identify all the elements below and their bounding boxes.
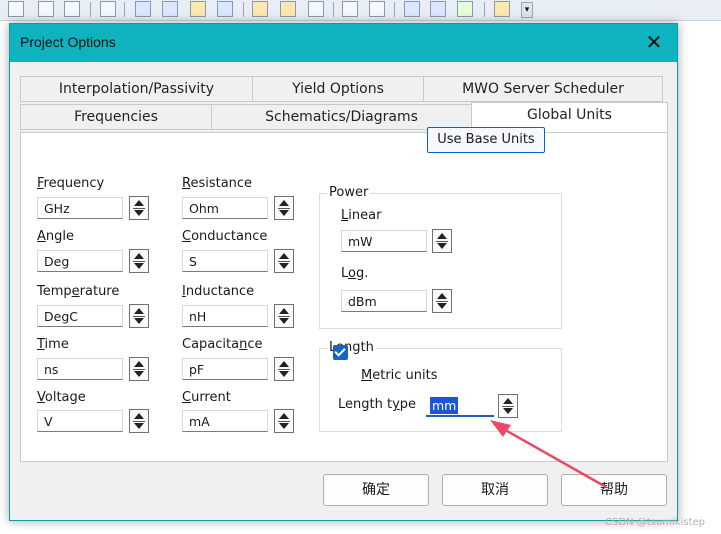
- time-field[interactable]: ns: [37, 358, 123, 380]
- time-label: Time: [37, 337, 69, 352]
- optimize-icon[interactable]: [308, 1, 324, 17]
- current-field[interactable]: mA: [182, 410, 268, 432]
- app-toolbar: ▾: [0, 0, 721, 21]
- tab-yield-options[interactable]: Yield Options: [252, 76, 424, 102]
- length-type-field[interactable]: mm: [426, 395, 494, 417]
- angle-label: Angle: [37, 229, 75, 244]
- temperature-label: Temperature: [37, 284, 120, 299]
- use-base-units-button[interactable]: Use Base Units: [427, 127, 545, 153]
- voltage-spinner[interactable]: [129, 409, 149, 433]
- power-group-title: Power: [327, 185, 371, 200]
- help-button[interactable]: 帮助: [561, 474, 667, 506]
- toolbar-overflow-icon[interactable]: ▾: [521, 2, 533, 18]
- metric-units-label[interactable]: Metric units: [361, 368, 438, 383]
- capacitance-label: Capacitance: [182, 337, 263, 352]
- note-icon[interactable]: [190, 1, 206, 17]
- conductance-spinner[interactable]: [274, 249, 294, 273]
- watermark: CSDN @tsumikistep: [605, 517, 705, 528]
- temperature-field[interactable]: DegC: [37, 305, 123, 327]
- tab-interpolation-passivity[interactable]: Interpolation/Passivity: [20, 76, 253, 102]
- resistance-label: Resistance: [182, 176, 253, 191]
- metric-units-checkbox[interactable]: [333, 345, 348, 360]
- length-group: [319, 348, 562, 432]
- conductance-label: Conductance: [182, 229, 268, 244]
- power-linear-spinner[interactable]: [432, 229, 452, 253]
- power-log-field[interactable]: dBm: [341, 290, 427, 312]
- inductance-field[interactable]: nH: [182, 305, 268, 327]
- power-log-label: Log.: [341, 266, 369, 281]
- power-linear-field[interactable]: mW: [341, 230, 427, 252]
- tune-icon[interactable]: [280, 1, 296, 17]
- capacitance-spinner[interactable]: [274, 357, 294, 381]
- power-log-spinner[interactable]: [432, 289, 452, 313]
- time-spinner[interactable]: [129, 357, 149, 381]
- conductance-field[interactable]: S: [182, 250, 268, 272]
- graph-icon[interactable]: [217, 1, 233, 17]
- temperature-spinner[interactable]: [129, 304, 149, 328]
- frequency-label: Frequency: [37, 176, 105, 191]
- current-label: Current: [182, 390, 231, 405]
- angle-field[interactable]: Deg: [37, 250, 123, 272]
- current-spinner[interactable]: [274, 409, 294, 433]
- options-icon[interactable]: [494, 1, 510, 17]
- layout-icon[interactable]: [404, 1, 420, 17]
- variables-icon[interactable]: [369, 1, 385, 17]
- inductance-label: Inductance: [182, 284, 255, 299]
- tab-mwo-server-scheduler[interactable]: MWO Server Scheduler: [423, 76, 663, 102]
- zoom-out-icon[interactable]: [38, 1, 54, 17]
- schematic-icon[interactable]: [162, 1, 178, 17]
- dialog-title: Project Options: [20, 34, 116, 50]
- voltage-field[interactable]: V: [37, 410, 123, 432]
- power-linear-label: Linear: [341, 208, 382, 223]
- voltage-label: Voltage: [37, 390, 86, 405]
- capacitance-field[interactable]: pF: [182, 358, 268, 380]
- length-type-label: Length type: [338, 397, 417, 412]
- add-element-icon[interactable]: [135, 1, 151, 17]
- angle-spinner[interactable]: [129, 249, 149, 273]
- zoom-in-icon[interactable]: [8, 1, 24, 17]
- simulate-icon[interactable]: [252, 1, 268, 17]
- close-icon[interactable]: ✕: [641, 30, 667, 56]
- netlist-icon[interactable]: [457, 1, 473, 17]
- resistance-spinner[interactable]: [274, 196, 294, 220]
- resistance-field[interactable]: Ohm: [182, 197, 268, 219]
- blank-doc-icon[interactable]: [100, 1, 116, 17]
- ok-button[interactable]: 确定: [323, 474, 429, 506]
- zoom-fit-icon[interactable]: [64, 1, 80, 17]
- cancel-button[interactable]: 取消: [442, 474, 548, 506]
- frequency-field[interactable]: GHz: [37, 197, 123, 219]
- frequency-spinner[interactable]: [129, 196, 149, 220]
- length-type-spinner[interactable]: [498, 394, 518, 418]
- list-icon[interactable]: [342, 1, 358, 17]
- inductance-spinner[interactable]: [274, 304, 294, 328]
- grid-icon[interactable]: [430, 1, 446, 17]
- dialog-titlebar: Project Options ✕: [10, 24, 677, 62]
- tab-frequencies[interactable]: Frequencies: [20, 104, 212, 130]
